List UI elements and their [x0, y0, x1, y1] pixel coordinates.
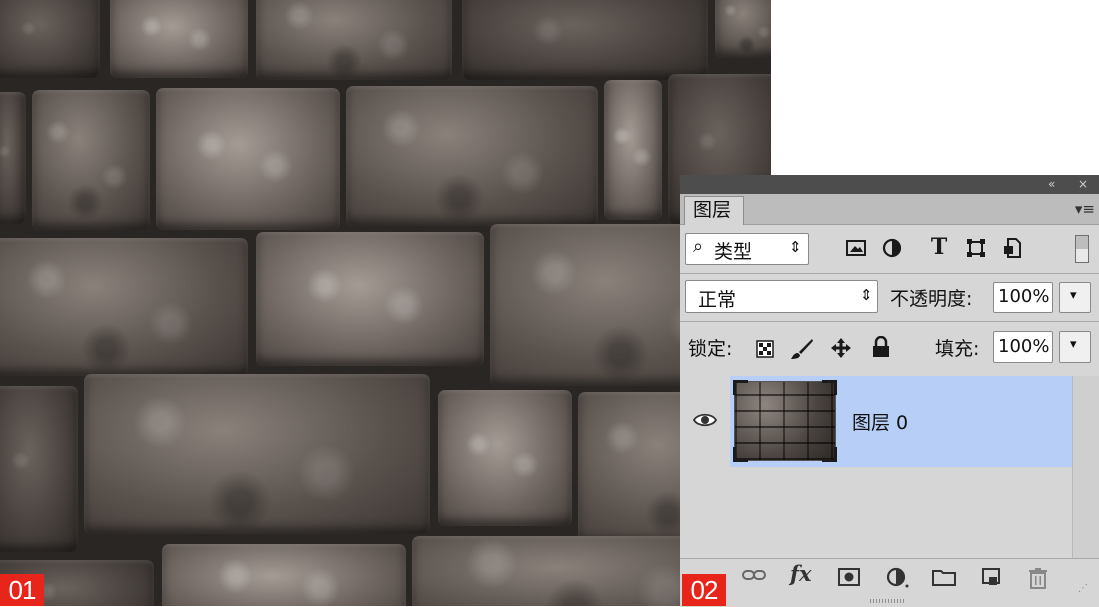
type-filter-icon[interactable]: T	[928, 234, 950, 260]
eye-icon[interactable]	[692, 411, 718, 429]
filter-kind-select[interactable]: ⌕ 类型 ⇕	[685, 233, 809, 265]
chevron-down-icon: ▾	[1070, 337, 1077, 352]
layers-panel: « × 图层 ▾≡ ⌕ 类型 ⇕ T 正常 ⇕ 不透明度: 100% ▾ 锁定:…	[680, 175, 1099, 607]
blend-mode-value: 正常	[698, 289, 737, 311]
filter-toggle-switch[interactable]	[1075, 235, 1089, 263]
opacity-label: 不透明度:	[890, 288, 973, 310]
lock-image-pixels-icon[interactable]	[790, 338, 814, 360]
blend-stepper-icon: ⇕	[860, 286, 873, 304]
fill-label: 填充:	[935, 338, 980, 360]
fill-dropdown-button[interactable]: ▾	[1059, 331, 1091, 363]
filter-kind-value: 类型	[714, 241, 753, 263]
add-mask-icon[interactable]	[838, 568, 860, 591]
link-layers-icon[interactable]	[742, 566, 766, 588]
new-group-icon[interactable]	[932, 568, 956, 591]
lock-all-icon[interactable]	[872, 335, 890, 358]
stepper-icon: ⇕	[789, 238, 802, 256]
layer-list-scrollbar[interactable]	[1072, 376, 1099, 558]
layer-row-selected[interactable]: 图层 0	[730, 376, 1072, 467]
delete-layer-icon[interactable]	[1028, 567, 1048, 594]
panel-tab-row: 图层 ▾≡	[680, 194, 1099, 225]
panel-footer: fx ⋰	[680, 558, 1099, 607]
layer-list: 图层 0	[680, 376, 1099, 558]
new-adjustment-icon[interactable]	[886, 567, 910, 594]
opacity-dropdown-button[interactable]: ▾	[1059, 282, 1091, 313]
stone-wall-photo	[0, 0, 771, 606]
tab-layers[interactable]: 图层	[684, 196, 744, 225]
lock-label: 锁定:	[688, 338, 733, 360]
close-panel-icon[interactable]: ×	[1078, 175, 1088, 194]
shape-filter-icon[interactable]	[966, 238, 986, 258]
lock-position-icon[interactable]	[830, 337, 852, 359]
panel-titlebar: « ×	[680, 175, 1099, 194]
fx-icon[interactable]: fx	[790, 561, 812, 586]
lock-row: 锁定: 填充: 100% ▾	[680, 323, 1099, 375]
filter-row: ⌕ 类型 ⇕ T	[680, 225, 1099, 273]
layer-name[interactable]: 图层 0	[852, 408, 908, 435]
new-layer-icon[interactable]	[982, 568, 1002, 593]
visibility-toggle[interactable]	[680, 376, 731, 467]
panel-menu-icon[interactable]: ▾≡	[1075, 200, 1095, 218]
chevron-down-icon: ▾	[1070, 288, 1077, 303]
lock-transparent-pixels-icon[interactable]	[756, 340, 774, 358]
blend-row: 正常 ⇕ 不透明度: 100% ▾	[680, 275, 1099, 321]
blend-mode-select[interactable]: 正常 ⇕	[685, 280, 878, 313]
search-icon: ⌕	[693, 236, 704, 257]
layer-thumbnail[interactable]	[733, 380, 837, 462]
step-label-02: 02	[682, 574, 726, 606]
smart-object-filter-icon[interactable]	[1002, 237, 1022, 259]
resize-grip-icon[interactable]: ⋰	[1078, 583, 1088, 594]
opacity-input[interactable]: 100%	[993, 282, 1053, 313]
step-label-01: 01	[0, 574, 44, 606]
panel-drag-handle[interactable]	[870, 599, 906, 603]
image-filter-icon[interactable]	[846, 239, 866, 257]
fill-input[interactable]: 100%	[993, 331, 1053, 363]
adjustment-filter-icon[interactable]	[882, 238, 902, 258]
collapse-panel-icon[interactable]: «	[1048, 175, 1055, 194]
